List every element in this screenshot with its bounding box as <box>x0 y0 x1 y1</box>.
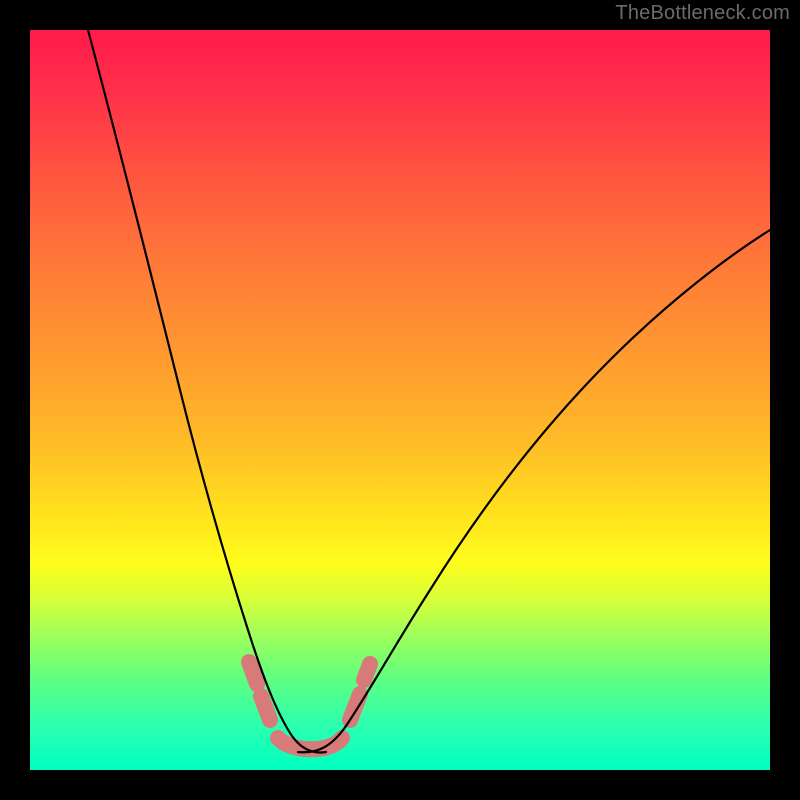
watermark-text: TheBottleneck.com <box>615 2 790 25</box>
chart-frame: TheBottleneck.com <box>0 0 800 800</box>
marker-left-2 <box>261 696 270 720</box>
plot-area <box>30 30 770 770</box>
trough-bar <box>278 738 342 749</box>
marker-left-1 <box>249 662 257 684</box>
curve-left-branch <box>88 30 326 752</box>
marker-right-2 <box>364 664 370 680</box>
trough-markers <box>249 662 370 749</box>
curve-layer <box>30 30 770 770</box>
